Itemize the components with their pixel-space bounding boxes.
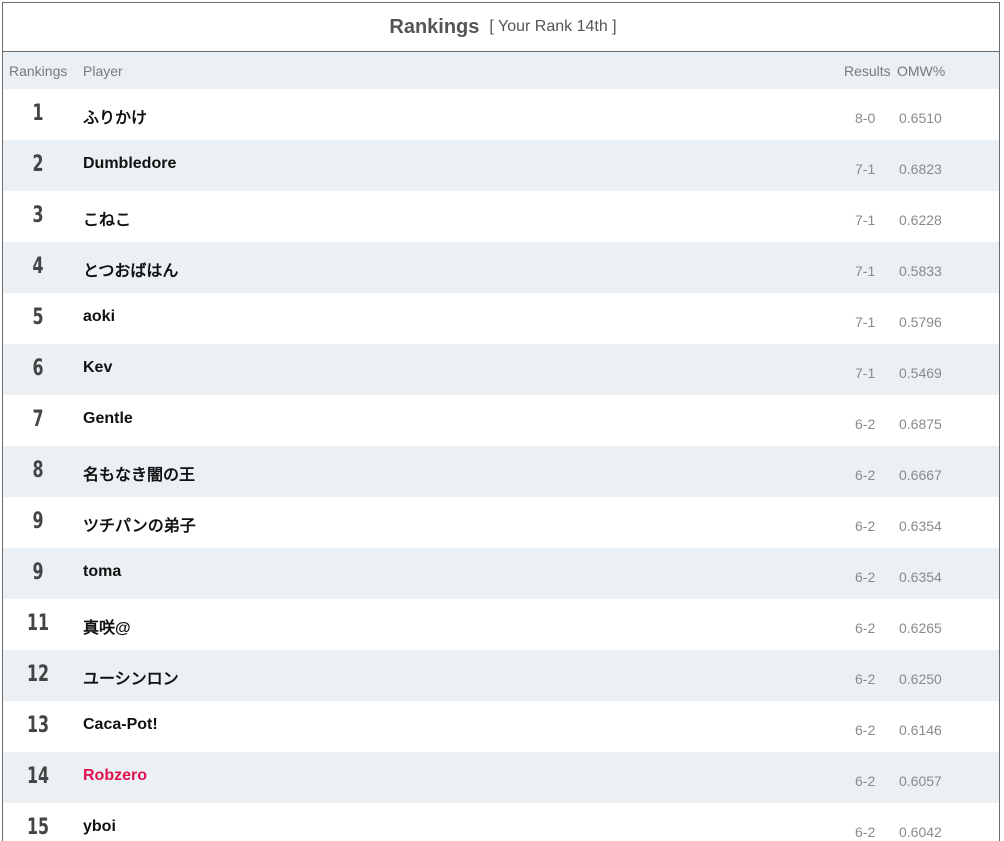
- match-result: 6-2: [855, 569, 876, 585]
- player-name[interactable]: こねこ: [83, 206, 131, 230]
- player-name[interactable]: ふりかけ: [83, 104, 147, 128]
- page-title: Rankings: [389, 15, 480, 38]
- omw-percentage: 0.6228: [899, 212, 942, 228]
- player-name[interactable]: Kev: [83, 359, 112, 377]
- rank-number: 15: [26, 815, 50, 840]
- match-result: 6-2: [855, 518, 876, 534]
- player-name[interactable]: ツチパンの弟子: [83, 512, 196, 536]
- rank-number: 14: [26, 764, 50, 789]
- omw-percentage: 0.6354: [899, 569, 942, 585]
- omw-percentage: 0.6057: [899, 773, 942, 789]
- match-result: 6-2: [855, 416, 876, 432]
- match-result: 6-2: [855, 467, 876, 483]
- omw-percentage: 0.6667: [899, 467, 942, 483]
- match-result: 7-1: [855, 314, 876, 330]
- table-header: Rankings Player Results OMW%: [3, 52, 999, 89]
- player-name[interactable]: Gentle: [83, 410, 133, 428]
- table-row[interactable]: 11 真咲@ 6-2 0.6265: [3, 599, 999, 650]
- rank-number: 1: [32, 101, 44, 126]
- column-header-rankings[interactable]: Rankings: [9, 63, 67, 79]
- table-row[interactable]: 2 Dumbledore 7-1 0.6823: [3, 140, 999, 191]
- omw-percentage: 0.6146: [899, 722, 942, 738]
- table-row[interactable]: 4 とつおばはん 7-1 0.5833: [3, 242, 999, 293]
- player-name-current-user[interactable]: Robzero: [83, 767, 147, 785]
- rank-number: 13: [26, 713, 50, 738]
- table-row[interactable]: 7 Gentle 6-2 0.6875: [3, 395, 999, 446]
- omw-percentage: 0.5469: [899, 365, 942, 381]
- omw-percentage: 0.5796: [899, 314, 942, 330]
- table-row[interactable]: 6 Kev 7-1 0.5469: [3, 344, 999, 395]
- rank-number: 2: [32, 152, 44, 177]
- match-result: 6-2: [855, 722, 876, 738]
- rank-number: 8: [32, 458, 44, 483]
- rank-number: 12: [26, 662, 50, 687]
- column-header-omw[interactable]: OMW%: [897, 63, 945, 79]
- player-name[interactable]: Dumbledore: [83, 155, 176, 173]
- rank-number: 5: [32, 305, 44, 330]
- player-name[interactable]: aoki: [83, 308, 115, 326]
- player-name[interactable]: ユーシンロン: [83, 665, 179, 689]
- column-header-results[interactable]: Results: [844, 63, 891, 79]
- rank-number: 3: [32, 203, 44, 228]
- table-row[interactable]: 15 yboi 6-2 0.6042: [3, 803, 999, 841]
- match-result: 6-2: [855, 671, 876, 687]
- omw-percentage: 0.6354: [899, 518, 942, 534]
- table-row[interactable]: 9 toma 6-2 0.6354: [3, 548, 999, 599]
- player-name[interactable]: toma: [83, 563, 121, 581]
- match-result: 7-1: [855, 161, 876, 177]
- your-rank-label: [ Your Rank 14th ]: [489, 18, 617, 35]
- match-result: 6-2: [855, 773, 876, 789]
- rankings-table-body: 1 ふりかけ 8-0 0.6510 2 Dumbledore 7-1 0.6823 3 こねこ 7-…: [3, 89, 999, 841]
- omw-percentage: 0.6875: [899, 416, 942, 432]
- rank-number: 9: [32, 560, 44, 585]
- table-row[interactable]: 9 ツチパンの弟子 6-2 0.6354: [3, 497, 999, 548]
- omw-percentage: 0.6823: [899, 161, 942, 177]
- player-name[interactable]: 名もなき闇の王: [83, 461, 195, 485]
- rank-number: 6: [32, 356, 44, 381]
- player-name[interactable]: yboi: [83, 818, 116, 836]
- rank-number: 11: [26, 611, 50, 636]
- omw-percentage: 0.6042: [899, 824, 942, 840]
- table-row[interactable]: 13 Caca-Pot! 6-2 0.6146: [3, 701, 999, 752]
- match-result: 6-2: [855, 620, 876, 636]
- match-result: 8-0: [855, 110, 876, 126]
- match-result: 6-2: [855, 824, 876, 840]
- column-header-player[interactable]: Player: [83, 63, 123, 79]
- omw-percentage: 0.5833: [899, 263, 942, 279]
- match-result: 7-1: [855, 263, 876, 279]
- rankings-panel: Rankings [ Your Rank 14th ] Rankings Pla…: [2, 2, 1000, 841]
- player-name[interactable]: Caca-Pot!: [83, 716, 158, 734]
- rank-number: 7: [32, 407, 44, 432]
- rank-number: 9: [32, 509, 44, 534]
- omw-percentage: 0.6265: [899, 620, 942, 636]
- rankings-title-bar: Rankings [ Your Rank 14th ]: [3, 3, 999, 52]
- table-row[interactable]: 1 ふりかけ 8-0 0.6510: [3, 89, 999, 140]
- table-row[interactable]: 8 名もなき闇の王 6-2 0.6667: [3, 446, 999, 497]
- match-result: 7-1: [855, 212, 876, 228]
- match-result: 7-1: [855, 365, 876, 381]
- omw-percentage: 0.6510: [899, 110, 942, 126]
- table-row[interactable]: 14 Robzero 6-2 0.6057: [3, 752, 999, 803]
- table-row[interactable]: 12 ユーシンロン 6-2 0.6250: [3, 650, 999, 701]
- table-row[interactable]: 5 aoki 7-1 0.5796: [3, 293, 999, 344]
- omw-percentage: 0.6250: [899, 671, 942, 687]
- player-name[interactable]: 真咲@: [83, 614, 131, 638]
- rank-number: 4: [32, 254, 44, 279]
- table-row[interactable]: 3 こねこ 7-1 0.6228: [3, 191, 999, 242]
- player-name[interactable]: とつおばはん: [83, 257, 178, 281]
